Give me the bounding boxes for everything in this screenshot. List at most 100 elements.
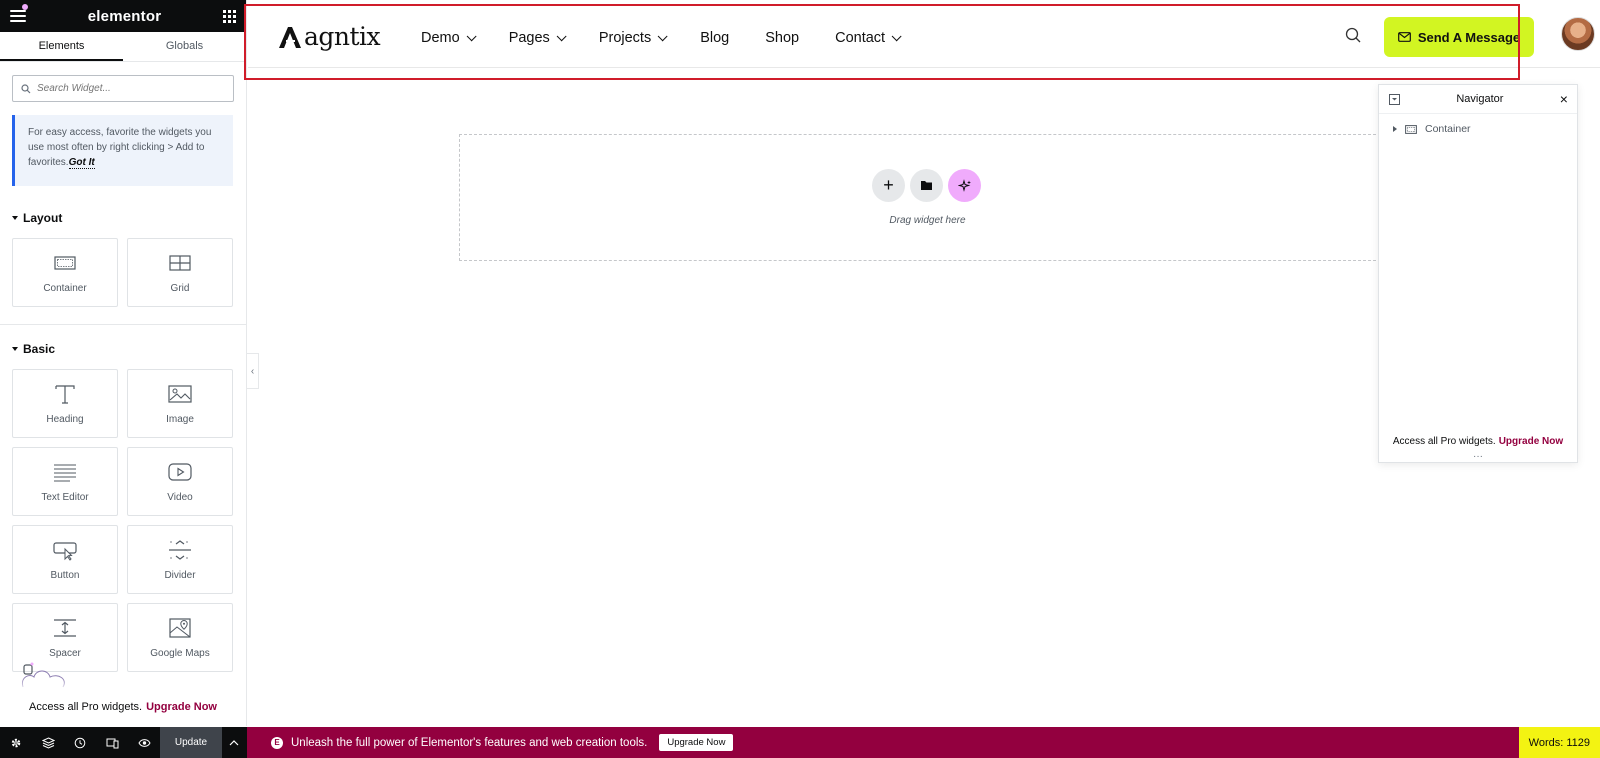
navigator-panel: Navigator × Container Access all Pro wid… — [1378, 84, 1578, 463]
widget-label: Heading — [46, 413, 84, 425]
site-header: agntix Demo Pages Projects Blog Shop Con… — [248, 0, 1600, 68]
menu-item-pages[interactable]: Pages — [509, 30, 567, 46]
widget-grid[interactable]: Grid — [127, 238, 233, 307]
tab-elements[interactable]: Elements — [0, 32, 123, 61]
divider-icon — [169, 539, 191, 560]
menu-item-shop[interactable]: Shop — [765, 30, 799, 46]
grid-icon — [169, 254, 191, 271]
elementor-icon: E — [271, 736, 283, 749]
widget-label: Button — [50, 569, 80, 581]
save-options-button[interactable] — [222, 727, 246, 758]
add-section-button[interactable]: + — [872, 169, 905, 202]
pro-widgets-bar: Access all Pro widgets. Upgrade Now — [0, 688, 246, 726]
devices-icon — [106, 738, 118, 748]
google-maps-icon — [169, 617, 191, 638]
video-icon — [168, 462, 192, 481]
promo-upgrade-button[interactable]: Upgrade Now — [659, 734, 734, 751]
layout-widgets: Container Grid — [0, 238, 246, 307]
site-logo[interactable]: agntix — [277, 22, 381, 51]
search-input[interactable] — [37, 83, 207, 94]
tab-globals[interactable]: Globals — [123, 32, 246, 61]
notification-dot — [22, 4, 28, 10]
menu-item-contact[interactable]: Contact — [835, 30, 902, 46]
widget-google-maps[interactable]: Google Maps — [127, 603, 233, 672]
settings-button[interactable] — [0, 727, 32, 758]
history-button[interactable] — [64, 727, 96, 758]
mail-icon — [1397, 32, 1411, 42]
user-avatar[interactable] — [1561, 17, 1595, 51]
widget-search — [12, 75, 234, 102]
panel-header: elementor — [0, 0, 246, 32]
widget-button[interactable]: Button — [12, 525, 118, 594]
navigator-item-label: Container — [1425, 123, 1471, 135]
promo-banner: E Unleash the full power of Elementor's … — [247, 727, 1600, 758]
widget-label: Image — [166, 413, 194, 425]
widget-label: Video — [167, 491, 193, 503]
add-template-button[interactable] — [910, 169, 943, 202]
image-icon — [168, 384, 192, 403]
widget-label: Container — [43, 282, 87, 294]
header-search-button[interactable] — [1345, 27, 1361, 48]
widget-label: Grid — [170, 282, 190, 294]
send-message-button[interactable]: Send A Message — [1384, 17, 1534, 57]
menu-item-blog[interactable]: Blog — [700, 30, 729, 46]
search-icon — [21, 83, 31, 93]
gear-icon — [11, 738, 21, 747]
promo-text: Unleash the full power of Elementor's fe… — [291, 736, 648, 749]
panel-footer-tools: Update — [0, 727, 247, 758]
menu-item-projects[interactable]: Projects — [599, 30, 668, 46]
container-icon — [54, 255, 76, 270]
caret-down-icon — [12, 347, 18, 351]
sparkle-icon — [957, 178, 971, 192]
expand-arrow-icon[interactable] — [1393, 126, 1397, 132]
navigator-header[interactable]: Navigator × — [1379, 85, 1577, 114]
collapse-panel-toggle[interactable]: ‹ — [247, 353, 259, 389]
widget-label: Google Maps — [150, 647, 210, 659]
preview-button[interactable] — [128, 727, 160, 758]
chevron-down-icon — [466, 30, 477, 41]
ai-generate-button[interactable] — [948, 169, 981, 202]
widget-video[interactable]: Video — [127, 447, 233, 516]
section-layout[interactable]: Layout — [0, 208, 246, 228]
collapse-all-icon[interactable] — [1389, 93, 1400, 105]
widget-label: Spacer — [49, 647, 81, 659]
widgets-grid-icon[interactable] — [223, 9, 236, 23]
agntix-logo-mark-icon — [279, 26, 301, 48]
got-it-link[interactable]: Got It — [68, 157, 95, 169]
widget-text-editor[interactable]: Text Editor — [12, 447, 118, 516]
chevron-up-icon — [229, 739, 239, 745]
word-count-badge: Words: 1129 — [1518, 727, 1600, 758]
widget-heading[interactable]: Heading — [12, 369, 118, 438]
navigator-upgrade-link[interactable]: Upgrade Now — [1499, 436, 1563, 447]
chevron-down-icon — [657, 30, 668, 41]
plus-icon: + — [883, 175, 894, 195]
section-basic[interactable]: Basic — [0, 339, 246, 359]
navigator-title: Navigator — [1456, 93, 1504, 105]
widget-container[interactable]: Container — [12, 238, 118, 307]
upgrade-now-link[interactable]: Upgrade Now — [146, 701, 217, 713]
responsive-mode-button[interactable] — [96, 727, 128, 758]
menu-icon[interactable] — [10, 10, 26, 22]
structure-button[interactable] — [32, 727, 64, 758]
spacer-icon — [54, 618, 76, 637]
widget-image[interactable]: Image — [127, 369, 233, 438]
search-icon — [1345, 27, 1361, 43]
resize-handle-icon[interactable]: ··· — [1379, 452, 1577, 462]
close-icon[interactable]: × — [1560, 91, 1568, 107]
basic-widgets: Heading Image Text Editor Video Button D… — [0, 369, 246, 672]
widget-label: Text Editor — [41, 491, 89, 503]
folder-icon — [921, 181, 932, 190]
tip-text: For easy access, favorite the widgets yo… — [28, 127, 212, 168]
widget-divider[interactable]: Divider — [127, 525, 233, 594]
section-title: Layout — [23, 211, 63, 225]
drag-widget-hint: Drag widget here — [889, 215, 966, 226]
main-menu: Demo Pages Projects Blog Shop Contact — [421, 30, 934, 46]
menu-item-demo[interactable]: Demo — [421, 30, 477, 46]
send-message-label: Send A Message — [1417, 29, 1521, 45]
layers-icon — [41, 736, 55, 749]
brand-name: agntix — [304, 22, 381, 51]
update-button[interactable]: Update — [160, 727, 222, 758]
pro-text: Access all Pro widgets. — [28, 701, 143, 713]
navigator-item-container[interactable]: Container — [1379, 114, 1577, 135]
text-editor-icon — [54, 463, 76, 482]
